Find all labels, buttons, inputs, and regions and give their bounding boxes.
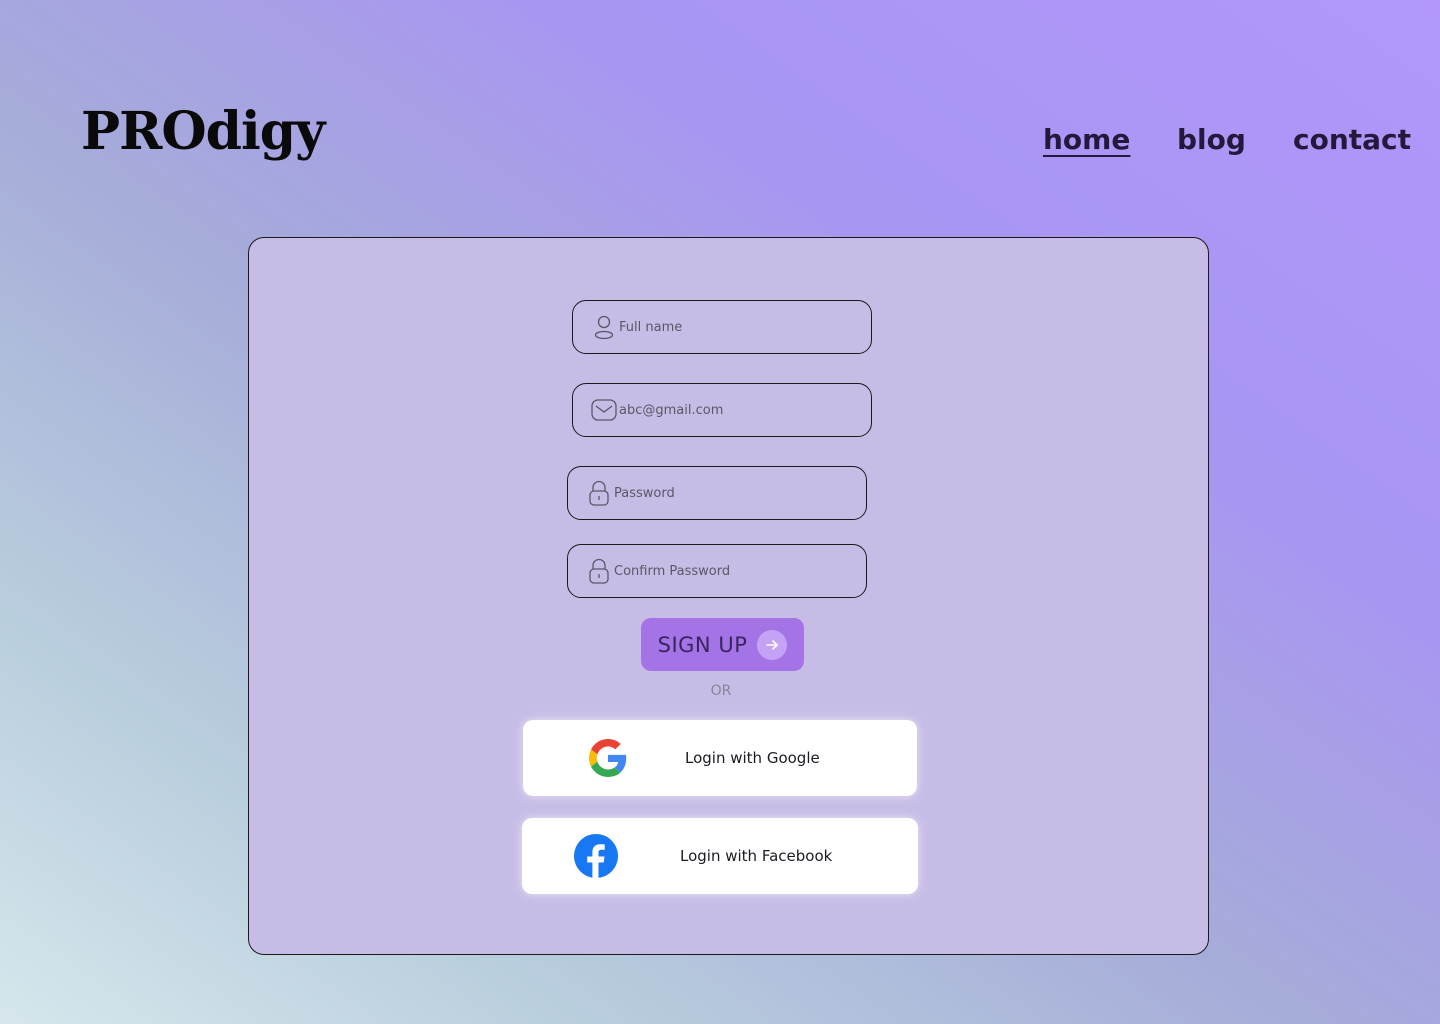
facebook-icon bbox=[574, 834, 618, 883]
arrow-right-icon bbox=[757, 629, 788, 660]
user-icon bbox=[591, 314, 617, 340]
or-divider: OR bbox=[710, 683, 732, 699]
brand-logo[interactable]: PROdigy bbox=[81, 106, 325, 158]
password-input[interactable] bbox=[614, 485, 854, 501]
password-field[interactable] bbox=[567, 466, 867, 520]
mail-icon bbox=[591, 397, 617, 423]
nav-item-contact[interactable]: contact bbox=[1293, 126, 1411, 154]
google-login-button[interactable]: Login with Google bbox=[523, 720, 917, 796]
email-input[interactable] bbox=[619, 402, 859, 418]
full-name-field[interactable] bbox=[572, 300, 872, 354]
google-icon bbox=[589, 739, 627, 782]
full-name-input[interactable] bbox=[619, 319, 859, 335]
signup-card: SIGN UP OR Login with Google Lo bbox=[248, 237, 1209, 955]
nav-item-blog[interactable]: blog bbox=[1177, 126, 1246, 154]
nav-item-home[interactable]: home bbox=[1043, 126, 1130, 154]
signup-button[interactable]: SIGN UP bbox=[641, 618, 804, 671]
confirm-password-input[interactable] bbox=[614, 563, 854, 579]
facebook-login-button[interactable]: Login with Facebook bbox=[522, 818, 918, 894]
facebook-login-label: Login with Facebook bbox=[680, 847, 833, 865]
lock-icon bbox=[586, 480, 612, 506]
google-login-label: Login with Google bbox=[685, 749, 820, 767]
email-field[interactable] bbox=[572, 383, 872, 437]
signup-button-label: SIGN UP bbox=[657, 632, 748, 657]
lock-icon bbox=[586, 558, 612, 584]
confirm-password-field[interactable] bbox=[567, 544, 867, 598]
